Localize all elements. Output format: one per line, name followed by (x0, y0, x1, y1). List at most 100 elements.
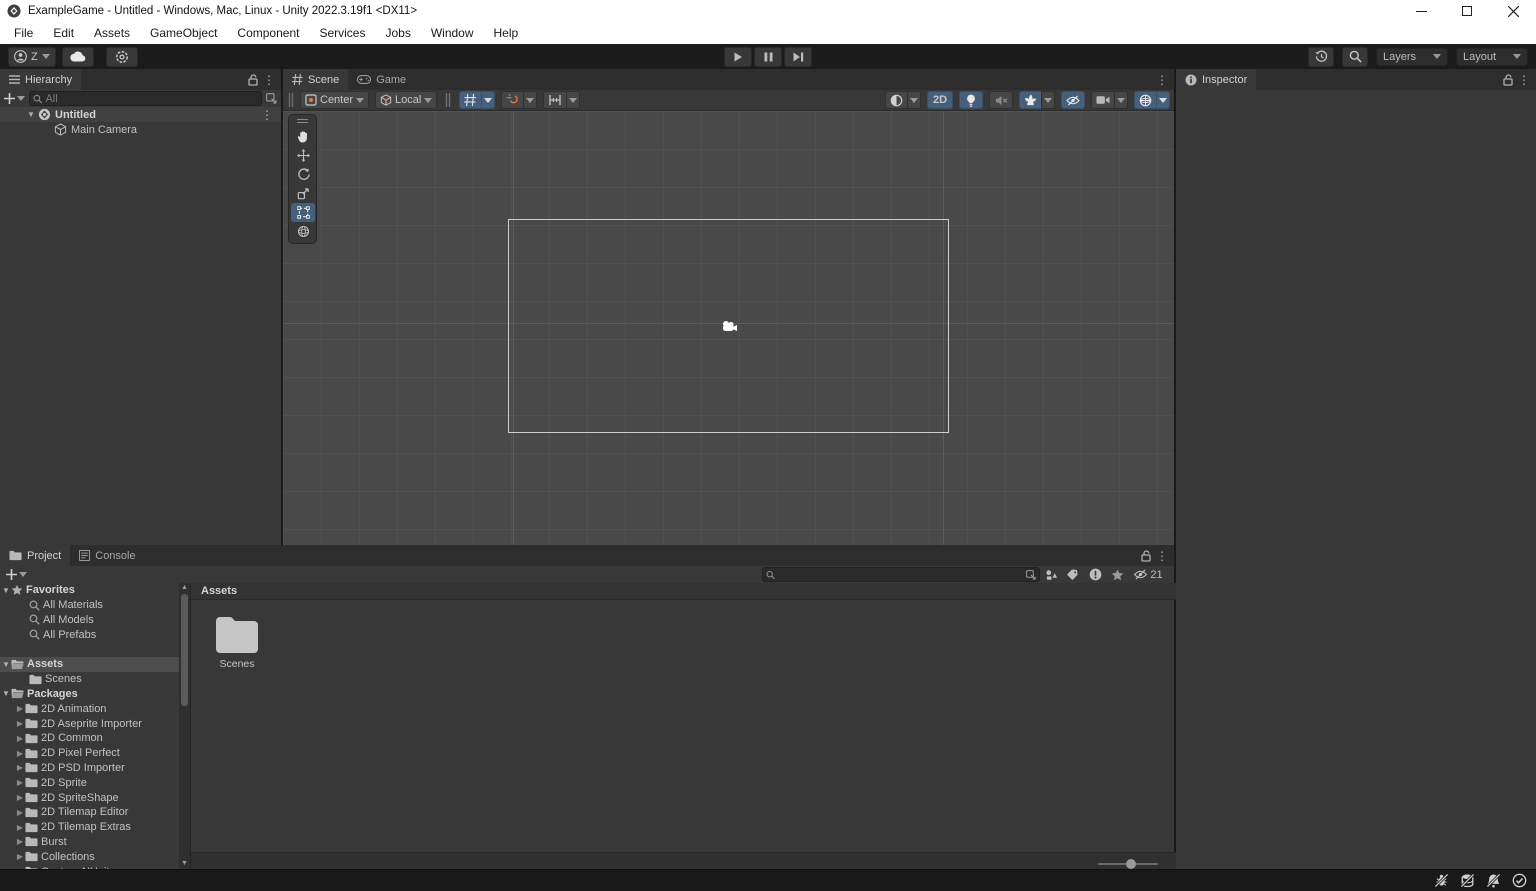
view-hand-tool[interactable] (291, 127, 315, 146)
favorite-search-button[interactable] (1106, 567, 1128, 583)
menu-jobs[interactable]: Jobs (375, 22, 420, 44)
pivot-mode-button[interactable]: Center (300, 91, 370, 109)
effects-button[interactable] (1019, 91, 1055, 109)
tab-inspector[interactable]: Inspector (1176, 69, 1257, 90)
scale-tool[interactable] (291, 184, 315, 203)
tree-package[interactable]: ▶ 2D SpriteShape (0, 790, 190, 805)
layers-dropdown[interactable]: Layers (1376, 47, 1448, 66)
tree-favorites[interactable]: ▼ Favorites (0, 583, 190, 598)
grid-visibility-button[interactable] (459, 91, 496, 109)
menu-edit[interactable]: Edit (43, 22, 84, 44)
project-search-input[interactable] (778, 568, 1023, 581)
expander-closed-icon[interactable]: ▶ (15, 852, 25, 861)
tree-all-materials[interactable]: All Materials (0, 598, 190, 613)
expander-closed-icon[interactable]: ▶ (15, 808, 25, 817)
tab-game[interactable]: Game (348, 69, 415, 90)
menu-services[interactable]: Services (309, 22, 375, 44)
hidden-packages-toggle[interactable]: 21 (1128, 567, 1168, 583)
menu-window[interactable]: Window (421, 22, 484, 44)
lock-icon[interactable] (1503, 73, 1514, 86)
move-tool[interactable] (291, 146, 315, 165)
tree-package[interactable]: ▶ Burst (0, 835, 190, 850)
tree-package[interactable]: ▶ 2D Tilemap Editor (0, 805, 190, 820)
global-search-button[interactable] (1342, 46, 1368, 67)
expander-closed-icon[interactable]: ▶ (15, 823, 25, 832)
camera-settings-button[interactable] (1091, 91, 1128, 109)
minimize-button[interactable] (1398, 0, 1444, 22)
expander-open-icon[interactable]: ▼ (1, 586, 11, 595)
grid-snapping-button[interactable] (501, 91, 538, 109)
expander-closed-icon[interactable]: ▶ (15, 704, 25, 713)
expander-open-icon[interactable]: ▼ (26, 110, 36, 119)
thumbnail-size-slider[interactable] (1098, 859, 1158, 869)
breadcrumb[interactable]: Assets (191, 583, 1176, 600)
maximize-button[interactable] (1444, 0, 1490, 22)
tree-assets[interactable]: ▼ Assets (0, 656, 190, 672)
hierarchy-item-main-camera[interactable]: Main Camera (0, 122, 281, 137)
hierarchy-search[interactable] (29, 91, 262, 106)
layout-dropdown[interactable]: Layout (1456, 47, 1528, 66)
notifications-disabled-icon[interactable] (1485, 872, 1502, 889)
cache-server-disabled-icon[interactable] (1459, 872, 1476, 889)
menu-gameobject[interactable]: GameObject (140, 22, 227, 44)
lock-icon[interactable] (1141, 549, 1152, 562)
hierarchy-search-input[interactable] (45, 92, 258, 105)
tree-all-models[interactable]: All Models (0, 613, 190, 628)
gizmos-button[interactable] (1134, 91, 1170, 109)
hierarchy-scene-row[interactable]: ▼ Untitled ⋮ (0, 107, 281, 122)
picker-icon[interactable] (266, 93, 277, 104)
expander-closed-icon[interactable]: ▶ (15, 793, 25, 802)
expander-closed-icon[interactable]: ▶ (15, 763, 25, 772)
tab-hierarchy[interactable]: Hierarchy (0, 69, 82, 90)
picker-icon[interactable] (1026, 569, 1036, 580)
camera-gizmo-icon[interactable] (721, 320, 738, 333)
tree-scenes[interactable]: Scenes (0, 672, 190, 687)
tree-package[interactable]: ▶ 2D Pixel Perfect (0, 746, 190, 761)
play-button[interactable] (724, 46, 752, 67)
menu-assets[interactable]: Assets (84, 22, 140, 44)
kebab-menu-icon[interactable]: ⋮ (261, 109, 273, 121)
2d-mode-toggle[interactable]: 2D (927, 91, 953, 109)
orientation-button[interactable]: Local (375, 91, 438, 109)
search-by-label-button[interactable] (1062, 567, 1084, 583)
drag-handle-icon[interactable] (288, 93, 294, 107)
tree-all-prefabs[interactable]: All Prefabs (0, 627, 190, 642)
account-button[interactable]: Z (8, 46, 56, 67)
rotate-tool[interactable] (291, 165, 315, 184)
scroll-thumb[interactable] (181, 594, 188, 706)
tree-package[interactable]: ▶ 2D PSD Importer (0, 761, 190, 776)
audio-mute-toggle[interactable] (989, 91, 1013, 109)
kebab-menu-icon[interactable]: ⋮ (1156, 74, 1168, 86)
expander-closed-icon[interactable]: ▶ (15, 837, 25, 846)
project-search[interactable] (762, 567, 1040, 582)
scene-lighting-toggle[interactable] (959, 91, 983, 109)
scroll-up-arrow[interactable]: ▲ (179, 583, 190, 593)
scene-canvas[interactable] (283, 111, 1174, 545)
debugger-disabled-icon[interactable] (1433, 872, 1450, 889)
expander-closed-icon[interactable]: ▶ (15, 719, 25, 728)
menu-component[interactable]: Component (227, 22, 309, 44)
tree-package[interactable]: ▶ Collections (0, 849, 190, 864)
tree-package[interactable]: ▶ 2D Sprite (0, 775, 190, 790)
tree-scrollbar[interactable]: ▲ ▼ (179, 583, 190, 869)
overlay-drag-handle[interactable] (291, 117, 314, 125)
slider-knob[interactable] (1126, 859, 1136, 869)
expander-open-icon[interactable]: ▼ (1, 660, 11, 669)
transform-tool[interactable] (291, 222, 315, 241)
scene-visibility-toggle[interactable] (1061, 91, 1085, 109)
kebab-menu-icon[interactable]: ⋮ (263, 74, 275, 86)
rect-tool[interactable] (291, 203, 315, 222)
lock-icon[interactable] (248, 73, 259, 86)
kebab-menu-icon[interactable]: ⋮ (1156, 550, 1168, 562)
tab-console[interactable]: Console (70, 545, 144, 566)
expander-closed-icon[interactable]: ▶ (15, 734, 25, 743)
asset-scenes-folder[interactable]: Scenes (197, 615, 277, 670)
menu-help[interactable]: Help (484, 22, 529, 44)
tab-scene[interactable]: Scene (283, 69, 349, 90)
menu-file[interactable]: File (4, 22, 43, 44)
tree-package[interactable]: ▶ 2D Animation (0, 701, 190, 716)
expander-closed-icon[interactable]: ▶ (15, 778, 25, 787)
expander-open-icon[interactable]: ▼ (1, 689, 11, 698)
shading-mode-button[interactable] (885, 91, 921, 109)
search-import-log-button[interactable] (1084, 567, 1106, 583)
